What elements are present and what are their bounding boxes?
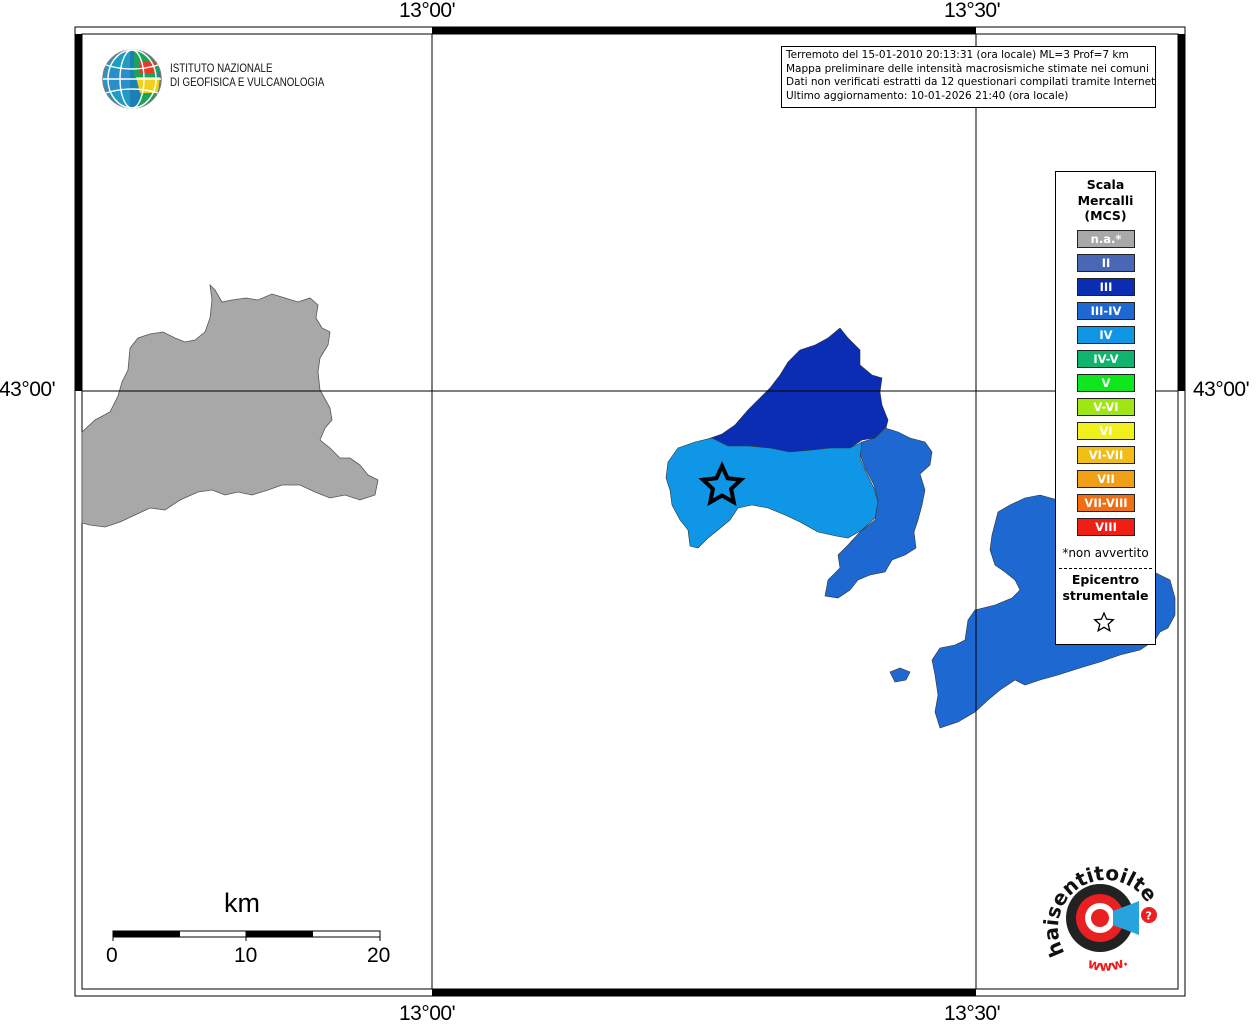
lon-label-top-1300: 13°00' bbox=[399, 0, 456, 22]
ingv-name: ISTITUTO NAZIONALE DI GEOFISICA E VULCAN… bbox=[170, 63, 324, 90]
legend-swatch-vi: VI bbox=[1077, 422, 1135, 440]
legend-swatch-iii: III bbox=[1077, 278, 1135, 296]
legend-swatch-ii: II bbox=[1077, 254, 1135, 272]
event-info-line3: Dati non verificati estratti da 12 quest… bbox=[786, 76, 1156, 88]
ingv-name-line1: ISTITUTO NAZIONALE bbox=[170, 63, 273, 75]
legend-swatch-iv-v: IV-V bbox=[1077, 350, 1135, 368]
legend-swatch-v: V bbox=[1077, 374, 1135, 392]
frame-bar-left bbox=[75, 34, 82, 391]
scalebar-unit: km bbox=[224, 888, 260, 918]
lat-label-left-4300: 43°00' bbox=[0, 378, 56, 401]
legend-epicenter-line1: Epicentro bbox=[1071, 572, 1140, 587]
municipality-III-IV-islet bbox=[889, 667, 911, 683]
legend-separator bbox=[1059, 568, 1152, 569]
lat-label-right-4300: 43°00' bbox=[1193, 378, 1250, 401]
municipality-IV bbox=[665, 437, 879, 549]
lon-label-bottom-1330: 13°30' bbox=[944, 1002, 1001, 1025]
event-info-line4: Ultimo aggiornamento: 10-01-2026 21:40 (… bbox=[786, 89, 1069, 102]
event-info-box: Terremoto del 15-01-2010 20:13:31 (ora l… bbox=[781, 46, 1156, 108]
legend-swatch-viii: VIII bbox=[1077, 518, 1135, 536]
legend-swatch-v-vi: V-VI bbox=[1077, 398, 1135, 416]
legend-swatch-vii-viii: VII-VIII bbox=[1077, 494, 1135, 512]
scalebar-label-20: 20 bbox=[367, 944, 391, 967]
legend-swatch-na: n.a.* bbox=[1077, 230, 1135, 248]
legend-title-line2: Mercalli bbox=[1077, 192, 1134, 208]
event-info-line2: Mappa preliminare delle intensità macros… bbox=[786, 62, 1149, 75]
legend-title: Scala Mercalli (MCS) bbox=[1056, 177, 1155, 224]
lon-label-bottom-1300: 13°00' bbox=[399, 1002, 456, 1025]
scalebar bbox=[112, 930, 381, 941]
legend-note: *non avvertito bbox=[1062, 546, 1149, 560]
municipality-na bbox=[81, 283, 379, 528]
ingv-name-line2: DI GEOFISICA E VULCANOLOGIA bbox=[170, 76, 325, 89]
ingv-globe-icon bbox=[102, 49, 162, 109]
ingv-logo: ISTITUTO NAZIONALE DI GEOFISICA E VULCAN… bbox=[100, 47, 330, 111]
frame-bar-top bbox=[432, 27, 976, 34]
svg-text:?: ? bbox=[1146, 910, 1152, 923]
hst-target-icon: ? haisentitoilterremoto.it www. bbox=[1025, 836, 1163, 975]
frame-bar-right bbox=[1178, 34, 1185, 391]
legend-epicenter-line2: strumentale bbox=[1062, 587, 1149, 603]
lon-label-top-1330: 13°30' bbox=[944, 0, 1001, 22]
legend-swatch-vi-vii: VI-VII bbox=[1077, 446, 1135, 464]
scalebar-label-0: 0 bbox=[106, 944, 118, 967]
municipality-III bbox=[704, 327, 889, 453]
legend-swatch-iv: IV bbox=[1077, 326, 1135, 344]
frame-bar-bottom bbox=[432, 989, 976, 996]
event-info-line1: Terremoto del 15-01-2010 20:13:31 (ora l… bbox=[786, 49, 1129, 61]
legend-swatch-iii-iv: III-IV bbox=[1077, 302, 1135, 320]
legend-epicenter-label: Epicentro strumentale bbox=[1056, 572, 1155, 603]
hst-logo: ? haisentitoilterremoto.it www. bbox=[1025, 836, 1165, 985]
mcs-legend: Scala Mercalli (MCS) n.a.* II III III-IV IV I… bbox=[1055, 171, 1156, 645]
scalebar-label-10: 10 bbox=[234, 944, 258, 967]
hst-logo-www: www. bbox=[1086, 954, 1131, 975]
legend-star-icon bbox=[1093, 611, 1115, 633]
legend-swatch-vii: VII bbox=[1077, 470, 1135, 488]
legend-title-line1: Scala bbox=[1086, 177, 1125, 192]
legend-title-line3: (MCS) bbox=[1084, 208, 1127, 223]
